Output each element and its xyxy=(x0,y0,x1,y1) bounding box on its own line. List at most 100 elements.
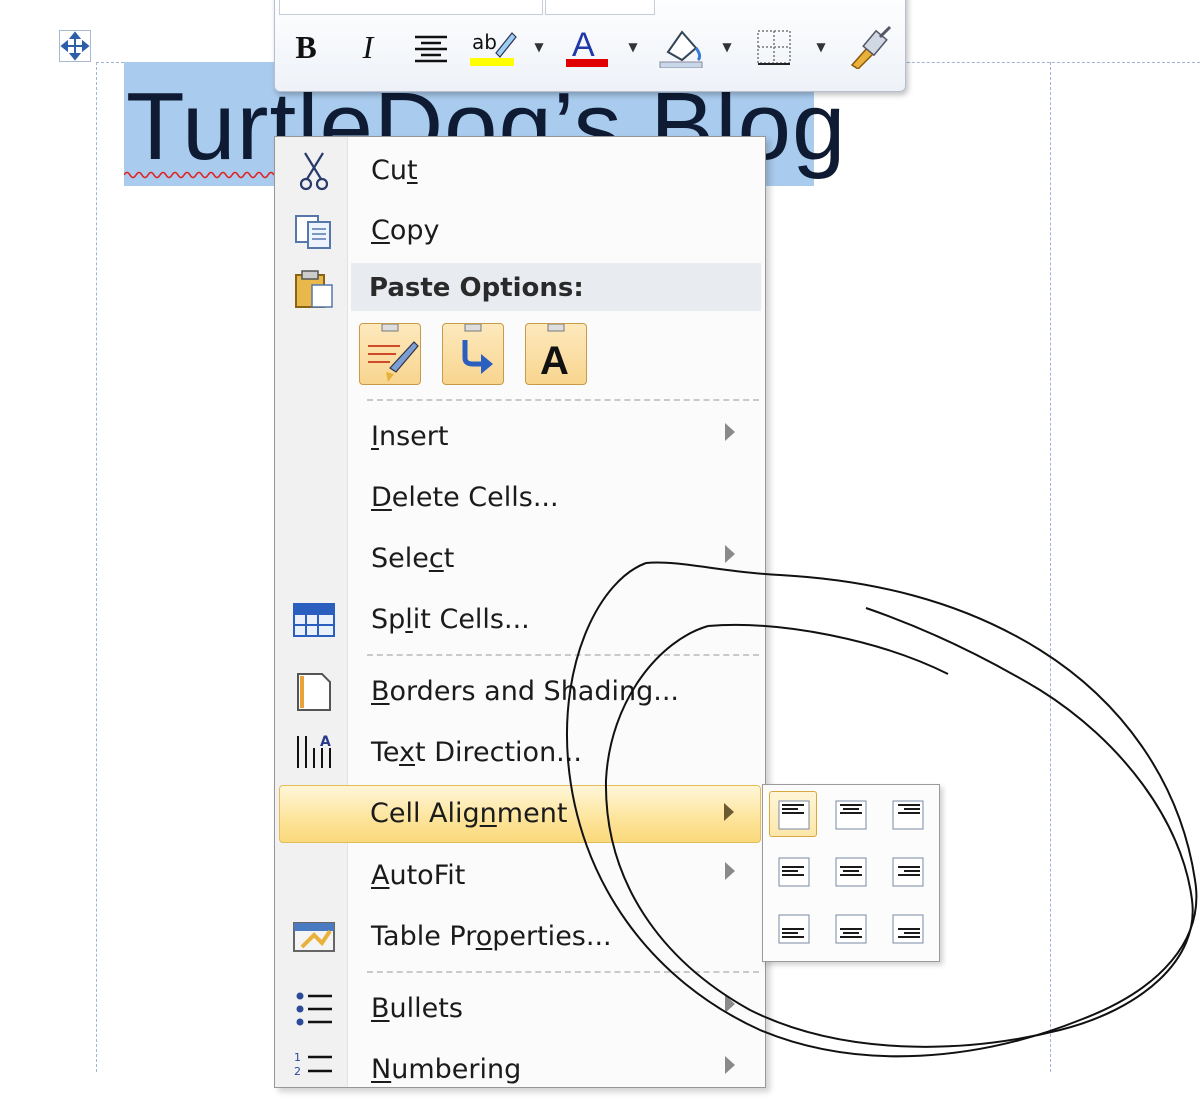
keep-text-only-button[interactable]: A xyxy=(525,323,587,385)
merge-formatting-button[interactable] xyxy=(442,323,504,385)
font-color-icon: A xyxy=(566,26,608,67)
table-move-handle[interactable] xyxy=(59,30,91,62)
font-size-field[interactable] xyxy=(545,0,655,15)
mnemonic-underline: I xyxy=(371,421,379,452)
keep-text-only-glyph: A xyxy=(540,339,569,383)
font-color-dropdown-icon[interactable]: ▼ xyxy=(623,25,643,69)
keep-text-only-icon: A xyxy=(540,323,569,383)
menu-separator xyxy=(367,654,759,656)
shading-button[interactable] xyxy=(655,25,707,69)
merge-formatting-icon xyxy=(462,323,493,374)
submenu-arrow-icon xyxy=(725,545,735,563)
bold-icon: B xyxy=(295,28,317,65)
table-properties-icon xyxy=(289,917,339,957)
align-top-right-button[interactable] xyxy=(883,791,931,837)
svg-text:A: A xyxy=(320,734,331,750)
submenu-arrow-icon xyxy=(725,423,735,441)
menu-item-delete-cells[interactable]: Delete Cells... xyxy=(279,468,761,528)
align-top-left-icon xyxy=(778,800,810,830)
italic-button[interactable]: I xyxy=(347,25,389,69)
font-color-glyph: A xyxy=(572,26,595,64)
submenu-arrow-icon xyxy=(724,803,734,821)
highlight-dropdown-icon[interactable]: ▼ xyxy=(529,25,549,69)
menu-label-autofit: AutoFit xyxy=(371,860,466,891)
move-arrows-icon xyxy=(60,31,90,61)
mnemonic-underline: x xyxy=(399,737,416,768)
menu-label-insert: Insert xyxy=(371,421,449,452)
align-top-center-button[interactable] xyxy=(826,791,874,837)
mnemonic-underline: B xyxy=(371,993,390,1024)
align-top-left-button[interactable] xyxy=(769,791,817,837)
context-menu: Cut Copy Paste Options: A Insert Delete … xyxy=(274,136,766,1088)
menu-label-table-properties: Table Properties... xyxy=(371,921,612,952)
menu-item-cut[interactable]: Cut xyxy=(279,141,761,201)
table-gridline-left xyxy=(96,62,97,1072)
menu-separator xyxy=(367,399,759,401)
format-painter-button[interactable] xyxy=(845,25,895,69)
format-painter-icon xyxy=(850,25,892,69)
align-center-right-button[interactable] xyxy=(883,848,931,894)
menu-item-bullets[interactable]: Bullets xyxy=(279,979,761,1039)
scissors-icon xyxy=(289,151,339,191)
shading-icon xyxy=(659,30,703,68)
mini-toolbar: B I ab ▼ A ▼ ▼ ▼ xyxy=(274,0,906,92)
menu-label-select: Select xyxy=(371,543,455,574)
align-top-center-icon xyxy=(835,800,867,830)
menu-item-cell-alignment[interactable]: Cell Alignment xyxy=(279,785,761,843)
align-bottom-left-button[interactable] xyxy=(769,905,817,951)
mnemonic-underline: o xyxy=(475,921,493,952)
paste-clipboard-icon xyxy=(289,269,339,309)
align-bottom-left-icon xyxy=(778,914,810,944)
center-align-button[interactable] xyxy=(409,25,453,69)
align-bottom-right-button[interactable] xyxy=(883,905,931,951)
mnemonic-underline: A xyxy=(371,860,390,891)
menu-label-split-cells: Split Cells... xyxy=(371,604,530,635)
menu-item-autofit[interactable]: AutoFit xyxy=(279,846,761,906)
highlight-button[interactable]: ab xyxy=(467,25,519,69)
svg-text:ab: ab xyxy=(472,30,497,54)
submenu-arrow-icon xyxy=(725,1056,735,1074)
cell-alignment-submenu xyxy=(762,784,940,962)
font-name-field[interactable] xyxy=(279,0,543,15)
shading-dropdown-icon[interactable]: ▼ xyxy=(717,25,737,69)
menu-item-text-direction[interactable]: A Text Direction... xyxy=(279,723,761,783)
spelling-error-squiggle xyxy=(124,171,274,179)
keep-source-formatting-button[interactable] xyxy=(359,323,421,385)
bullets-icon xyxy=(289,989,339,1029)
menu-label-bullets: Bullets xyxy=(371,993,463,1024)
submenu-arrow-icon xyxy=(725,862,735,880)
align-bottom-center-button[interactable] xyxy=(826,905,874,951)
menu-separator xyxy=(367,971,759,973)
menu-item-select[interactable]: Select xyxy=(279,529,761,589)
font-color-button[interactable]: A xyxy=(561,25,613,69)
align-center-center-button[interactable] xyxy=(826,848,874,894)
menu-label-numbering: Numbering xyxy=(371,1054,522,1085)
table-gridline-right xyxy=(1050,62,1051,1072)
bold-button[interactable]: B xyxy=(285,25,327,69)
mnemonic-underline: D xyxy=(371,482,392,513)
borders-dropdown-icon[interactable]: ▼ xyxy=(811,25,831,69)
text-direction-icon: A xyxy=(289,733,339,773)
mnemonic-underline: c xyxy=(428,543,444,574)
menu-item-copy[interactable]: Copy xyxy=(279,201,761,261)
mnemonic-underline: N xyxy=(371,1054,392,1085)
menu-item-table-properties[interactable]: Table Properties... xyxy=(279,907,761,967)
align-center-left-button[interactable] xyxy=(769,848,817,894)
menu-label-cut: Cut xyxy=(371,155,418,186)
center-align-icon xyxy=(415,35,447,63)
menu-item-numbering[interactable]: 12 Numbering xyxy=(279,1040,761,1100)
borders-icon xyxy=(757,30,791,65)
menu-label-cell-alignment: Cell Alignment xyxy=(370,798,568,829)
borders-button[interactable] xyxy=(751,25,797,69)
paste-options-label: Paste Options: xyxy=(369,273,584,303)
menu-item-insert[interactable]: Insert xyxy=(279,407,761,467)
mnemonic-underline: l xyxy=(405,604,413,635)
mnemonic-underline: n xyxy=(479,798,497,829)
copy-icon xyxy=(289,211,339,251)
menu-label-text-direction: Text Direction... xyxy=(371,737,582,768)
menu-item-borders-and-shading[interactable]: Borders and Shading... xyxy=(279,662,761,722)
menu-item-split-cells[interactable]: Split Cells... xyxy=(279,590,761,650)
split-cells-icon xyxy=(289,600,339,640)
keep-source-formatting-icon xyxy=(368,323,419,382)
borders-shading-icon xyxy=(289,672,339,712)
